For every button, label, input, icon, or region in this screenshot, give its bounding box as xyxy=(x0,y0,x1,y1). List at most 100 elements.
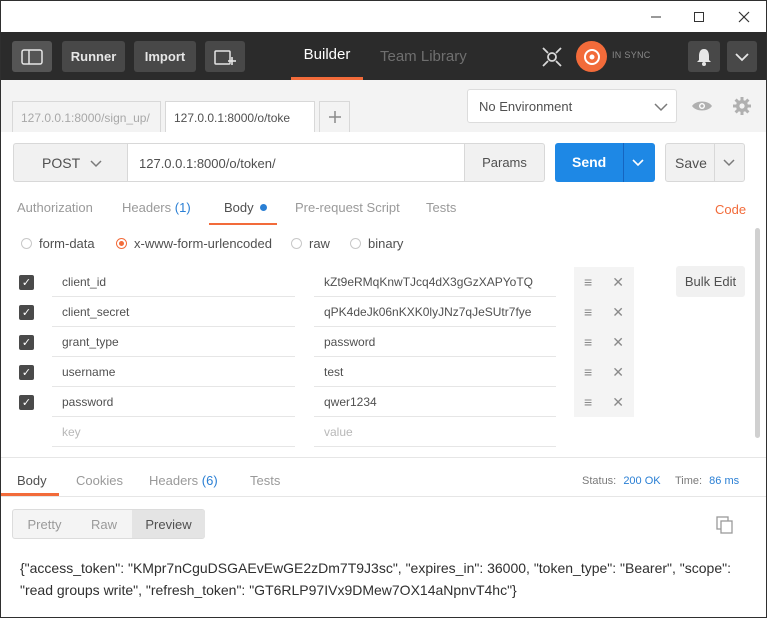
value-input[interactable]: test xyxy=(314,357,556,387)
form-row: ✓ client_id kZt9eRMqKnwTJcq4dX3gGzXAPYoT… xyxy=(1,267,661,297)
delete-row-icon[interactable]: ✕ xyxy=(612,304,624,321)
drag-handle-icon[interactable]: ≡ xyxy=(584,274,592,290)
tab-team-library[interactable]: Team Library xyxy=(380,32,467,80)
tab-headers-count: (1) xyxy=(174,200,191,215)
request-tab-sign-up[interactable]: 127.0.0.1:8000/sign_up/ xyxy=(12,101,161,133)
environment-quick-look-button[interactable] xyxy=(687,92,717,120)
request-tab-token[interactable]: 127.0.0.1:8000/o/toke xyxy=(165,101,315,133)
row-enabled-checkbox[interactable]: ✓ xyxy=(19,335,34,350)
value-input[interactable]: kZt9eRMqKnwTJcq4dX3gGzXAPYoTQ xyxy=(314,267,556,297)
key-input[interactable]: username xyxy=(52,357,295,387)
sync-status-text: IN SYNC xyxy=(612,50,651,60)
response-tab-body[interactable]: Body xyxy=(17,473,47,488)
copy-response-button[interactable] xyxy=(713,513,737,537)
key-input[interactable]: password xyxy=(52,387,295,417)
row-enabled-checkbox[interactable]: ✓ xyxy=(19,395,34,410)
request-tab-label: 127.0.0.1:8000/o/toke xyxy=(174,111,291,125)
radio-raw[interactable]: raw xyxy=(291,236,330,251)
sync-button[interactable] xyxy=(576,41,607,72)
row-actions: ≡ ✕ xyxy=(574,387,634,417)
tab-headers[interactable]: Headers (1) xyxy=(122,200,191,215)
drag-handle-icon[interactable]: ≡ xyxy=(584,364,592,380)
settings-menu-button[interactable] xyxy=(727,41,757,72)
tab-pre-request-script[interactable]: Pre-request Script xyxy=(295,200,400,215)
key-input[interactable]: grant_type xyxy=(52,327,295,357)
radio-indicator-selected xyxy=(116,238,127,249)
drag-handle-icon[interactable]: ≡ xyxy=(584,394,592,410)
method-select[interactable]: POST xyxy=(13,143,127,182)
radio-form-data-label: form-data xyxy=(39,236,95,251)
params-button[interactable]: Params xyxy=(464,143,545,182)
row-enabled-checkbox[interactable]: ✓ xyxy=(19,305,34,320)
response-tab-headers-count: (6) xyxy=(201,473,218,488)
sidebar-toggle-button[interactable] xyxy=(12,41,52,72)
drag-handle-icon[interactable]: ≡ xyxy=(584,304,592,320)
close-button[interactable] xyxy=(729,5,759,29)
view-pretty-button[interactable]: Pretty xyxy=(13,510,76,538)
delete-row-icon[interactable]: ✕ xyxy=(612,364,624,381)
minimize-icon xyxy=(651,16,661,18)
notifications-button[interactable] xyxy=(688,41,720,72)
import-button[interactable]: Import xyxy=(134,41,196,72)
minimize-button[interactable] xyxy=(641,5,671,29)
value-input-placeholder[interactable]: value xyxy=(314,417,556,447)
plus-icon xyxy=(328,111,341,123)
value-input[interactable]: qwer1234 xyxy=(314,387,556,417)
row-enabled-checkbox[interactable]: ✓ xyxy=(19,275,34,290)
radio-form-data[interactable]: form-data xyxy=(21,236,95,251)
response-top-divider xyxy=(1,457,766,458)
url-input[interactable]: 127.0.0.1:8000/o/token/ xyxy=(127,143,465,182)
view-raw-button[interactable]: Raw xyxy=(76,510,132,538)
tab-tests[interactable]: Tests xyxy=(426,200,456,215)
send-divider xyxy=(623,143,624,182)
environment-select[interactable]: No Environment xyxy=(467,89,677,123)
response-status: Status: 200 OK xyxy=(582,475,661,487)
form-row: ✓ password qwer1234 ≡ ✕ xyxy=(1,387,661,417)
scrollbar[interactable] xyxy=(755,228,760,438)
response-tab-headers[interactable]: Headers (6) xyxy=(149,473,218,488)
runner-button[interactable]: Runner xyxy=(62,41,125,72)
response-tabs-divider xyxy=(1,496,766,497)
tab-builder[interactable]: Builder xyxy=(291,32,363,80)
close-icon xyxy=(738,11,750,23)
radio-binary[interactable]: binary xyxy=(350,236,403,251)
request-tab-row: 127.0.0.1:8000/sign_up/ 127.0.0.1:8000/o… xyxy=(0,80,767,133)
maximize-icon xyxy=(694,12,704,22)
manage-environments-button[interactable] xyxy=(728,92,756,120)
add-tab-button[interactable] xyxy=(319,101,350,132)
sidebar-icon xyxy=(21,48,43,65)
bulk-edit-button[interactable]: Bulk Edit xyxy=(676,266,745,297)
send-button[interactable]: Send xyxy=(555,143,655,182)
tab-builder-label: Builder xyxy=(303,46,351,63)
environment-select-value: No Environment xyxy=(479,99,573,114)
copy-icon xyxy=(716,516,733,534)
interceptor-button[interactable] xyxy=(537,42,567,72)
drag-handle-icon[interactable]: ≡ xyxy=(584,334,592,350)
response-tab-cookies[interactable]: Cookies xyxy=(76,473,123,488)
delete-row-icon[interactable]: ✕ xyxy=(612,334,624,351)
tab-body[interactable]: Body xyxy=(224,200,268,215)
time-label: Time: xyxy=(675,475,703,487)
key-input-placeholder[interactable]: key xyxy=(52,417,295,447)
row-enabled-checkbox[interactable]: ✓ xyxy=(19,365,34,380)
view-preview-button[interactable]: Preview xyxy=(132,510,205,538)
bell-icon xyxy=(697,48,711,66)
response-tab-tests[interactable]: Tests xyxy=(250,473,280,488)
tab-headers-label: Headers xyxy=(122,200,172,215)
radio-urlencoded[interactable]: x-www-form-urlencoded xyxy=(116,236,272,251)
status-label: Status: xyxy=(582,475,617,487)
save-button[interactable]: Save xyxy=(665,143,745,182)
value-input[interactable]: password xyxy=(314,327,556,357)
key-input[interactable]: client_secret xyxy=(52,297,295,327)
save-label: Save xyxy=(675,155,707,171)
key-input[interactable]: client_id xyxy=(52,267,295,297)
response-tab-headers-label: Headers xyxy=(149,473,199,488)
maximize-button[interactable] xyxy=(684,5,714,29)
code-link[interactable]: Code xyxy=(715,202,746,217)
satellite-icon xyxy=(542,47,562,67)
delete-row-icon[interactable]: ✕ xyxy=(612,274,624,291)
new-tab-button[interactable] xyxy=(205,41,245,72)
delete-row-icon[interactable]: ✕ xyxy=(612,394,624,411)
value-input[interactable]: qPK4deJk06nKXK0lyJNz7qJeSUtr7fye xyxy=(314,297,556,327)
tab-authorization[interactable]: Authorization xyxy=(17,200,93,215)
